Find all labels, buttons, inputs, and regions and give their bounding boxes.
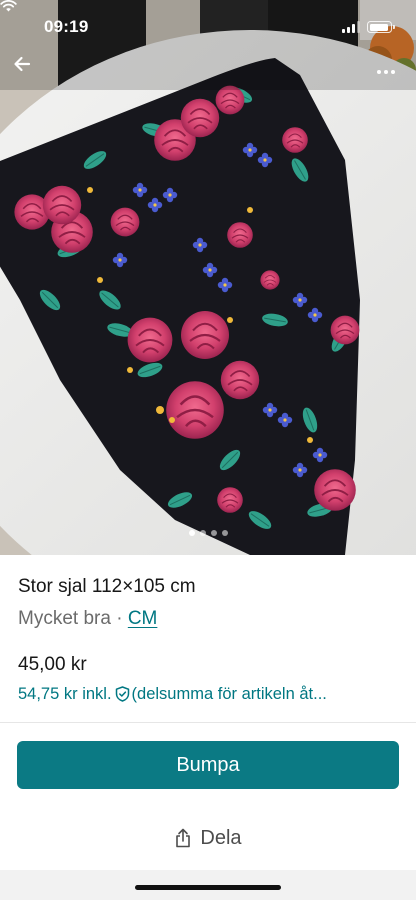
item-photo[interactable]: 09:19 bbox=[0, 0, 416, 555]
carousel-dot[interactable] bbox=[210, 530, 217, 536]
shawl-photo-illustration bbox=[0, 0, 416, 555]
bump-button[interactable]: Bumpa bbox=[17, 741, 399, 789]
battery-icon bbox=[367, 21, 395, 33]
more-horizontal-icon bbox=[377, 70, 381, 74]
status-icons bbox=[0, 0, 395, 33]
item-price: 45,00 kr bbox=[18, 654, 87, 675]
carousel-dot[interactable] bbox=[199, 530, 206, 536]
status-time: 09:19 bbox=[44, 17, 89, 36]
back-button[interactable] bbox=[12, 54, 48, 90]
arrow-left-icon bbox=[14, 56, 31, 72]
item-details: Stor sjal 112×105 cm Mycket bra · CM bbox=[18, 574, 400, 632]
item-condition: Mycket bra bbox=[18, 608, 111, 629]
shield-check-icon bbox=[115, 686, 130, 702]
carousel-indicator[interactable] bbox=[0, 530, 416, 536]
item-title: Stor sjal 112×105 cm bbox=[18, 576, 196, 597]
brand-link[interactable]: CM bbox=[128, 608, 158, 629]
wifi-icon bbox=[0, 0, 17, 12]
carousel-dot[interactable] bbox=[221, 530, 228, 536]
share-icon bbox=[176, 828, 191, 848]
more-options-button[interactable] bbox=[368, 54, 404, 90]
item-meta: Mycket bra · CM bbox=[18, 606, 400, 632]
carousel-dot[interactable] bbox=[188, 530, 195, 536]
price-incl-row[interactable]: 54,75 kr inkl. (delsumma för artikeln åt… bbox=[18, 681, 400, 707]
meta-separator: · bbox=[116, 608, 123, 629]
price-incl-note: (delsumma för artikeln åt... bbox=[131, 685, 327, 703]
cellular-signal-icon bbox=[342, 21, 360, 33]
home-indicator[interactable] bbox=[135, 885, 281, 890]
share-label: Dela bbox=[200, 826, 242, 849]
share-button[interactable]: Dela bbox=[0, 820, 416, 856]
divider bbox=[0, 722, 416, 723]
price-incl: 54,75 kr inkl. bbox=[18, 685, 112, 703]
battery-level bbox=[369, 23, 388, 31]
status-bar: 09:19 bbox=[0, 0, 416, 54]
